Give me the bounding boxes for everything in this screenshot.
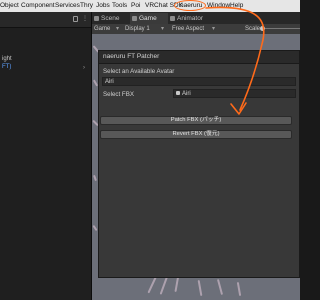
display-dropdown[interactable]: Display 1 xyxy=(125,24,150,34)
avatar-label: Select an Available Avatar xyxy=(103,68,175,75)
menu-thry[interactable]: Thry xyxy=(80,0,93,12)
highlight-circle xyxy=(174,0,206,11)
fbx-label: Select FBX xyxy=(103,91,134,98)
avatar-dropdown-value: Airi xyxy=(105,79,114,85)
scene-hair-strand xyxy=(236,281,242,297)
left-panel: ⋮ ight FT) › xyxy=(0,12,92,300)
menu-bar: Object Component Services Thry Jobs Tool… xyxy=(0,0,300,12)
scale-slider-knob[interactable] xyxy=(260,26,265,31)
left-panel-text-1: ight xyxy=(2,56,12,62)
scene-hair-strand xyxy=(93,174,97,182)
tab-game-label: Game xyxy=(139,15,157,22)
avatar-dropdown[interactable]: Airi xyxy=(102,77,296,86)
menu-services[interactable]: Services xyxy=(55,0,80,12)
revert-fbx-button[interactable]: Revert FBX (復元) xyxy=(100,130,292,139)
chevron-down-icon: ▾ xyxy=(212,26,216,32)
chevron-right-icon[interactable]: › xyxy=(83,65,85,71)
tab-animator-label: Animator xyxy=(177,15,204,22)
kebab-menu-icon[interactable]: ⋮ xyxy=(82,15,88,23)
game-icon xyxy=(132,16,137,21)
tab-scene[interactable]: Scene xyxy=(92,13,130,24)
scene-hair-strand xyxy=(216,279,224,295)
menu-tools[interactable]: Tools xyxy=(112,0,127,12)
menu-object[interactable]: Object xyxy=(0,0,19,12)
left-panel-text-2[interactable]: FT) xyxy=(2,64,11,70)
lock-icon[interactable] xyxy=(73,16,78,22)
scale-slider-track[interactable] xyxy=(264,28,300,29)
fbx-object-field[interactable]: Airi xyxy=(173,89,296,98)
fbx-field-value: Airi xyxy=(182,91,191,97)
patcher-window-titlebar[interactable]: naeruru FT Patcher xyxy=(99,51,299,64)
fbx-model-icon xyxy=(176,91,180,95)
aspect-dropdown[interactable]: Free Aspect xyxy=(172,24,204,34)
animator-icon xyxy=(170,16,175,21)
chevron-down-icon: ▾ xyxy=(161,26,165,32)
menu-jobs[interactable]: Jobs xyxy=(96,0,110,12)
menu-help[interactable]: Help xyxy=(230,0,243,12)
menu-poi[interactable]: Poi xyxy=(131,0,140,12)
game-toolbar: Game ▾ Display 1 ▾ Free Aspect ▾ Scale xyxy=(92,24,300,34)
tab-scene-label: Scene xyxy=(101,15,120,22)
scene-icon xyxy=(94,16,99,21)
view-tabstrip: Scene Game Animator xyxy=(92,12,300,24)
chevron-down-icon: ▾ xyxy=(116,26,120,32)
scene-hair-strand xyxy=(92,224,98,232)
scale-label: Scale xyxy=(245,26,261,32)
patch-fbx-button[interactable]: Patch FBX (パッチ) xyxy=(100,116,292,125)
scene-hair-strand xyxy=(197,279,203,297)
menu-window[interactable]: Window xyxy=(207,0,230,12)
patcher-window-title: naeruru FT Patcher xyxy=(103,53,160,60)
tab-game[interactable]: Game xyxy=(130,13,168,24)
left-panel-tab: ⋮ xyxy=(0,12,91,28)
game-mode-dropdown[interactable]: Game xyxy=(94,24,110,34)
scene-hair-strand xyxy=(159,275,169,295)
menu-component[interactable]: Component xyxy=(21,0,55,12)
patcher-window: naeruru FT Patcher Select an Available A… xyxy=(98,50,300,278)
tab-animator[interactable]: Animator xyxy=(168,13,218,24)
